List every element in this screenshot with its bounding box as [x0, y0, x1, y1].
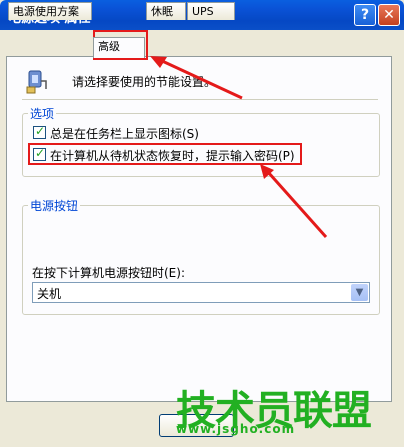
tab-advanced[interactable]: 高级 [93, 37, 145, 58]
arrow-to-tab [159, 58, 243, 100]
watermark-url: www.jsgho.com [176, 422, 296, 436]
arrow-to-checkbox [266, 171, 328, 238]
